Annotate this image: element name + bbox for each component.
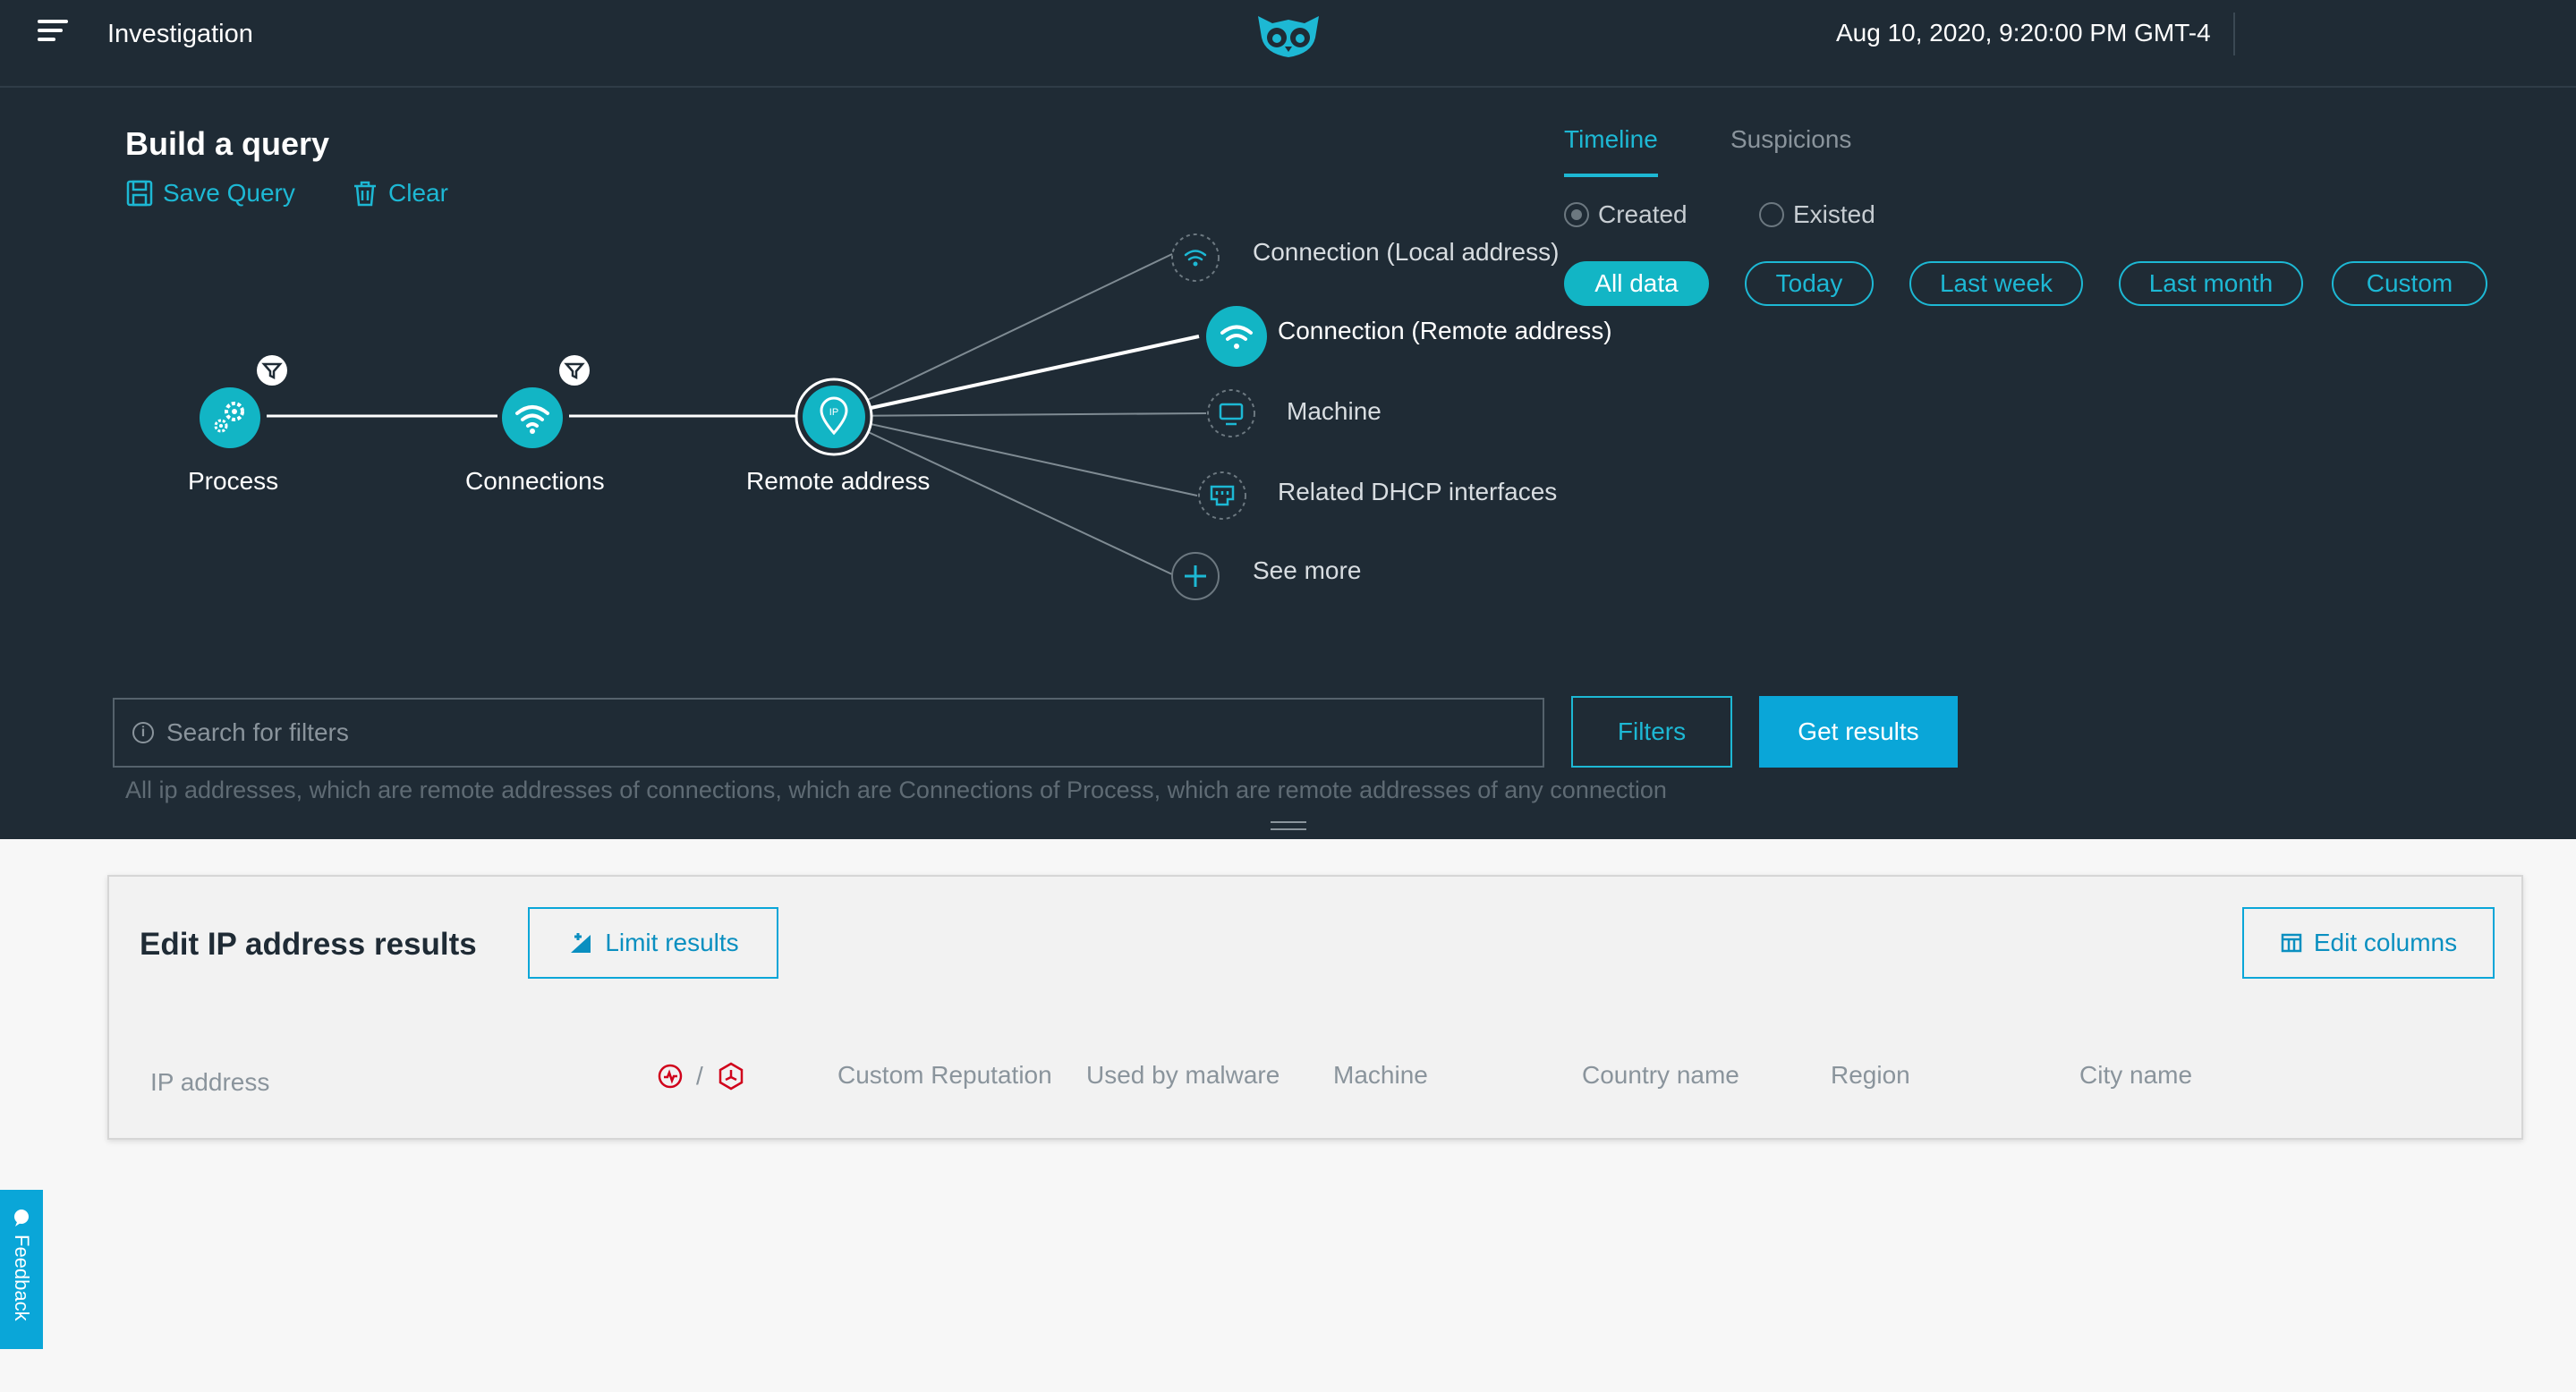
column-header-used-by-malware[interactable]: Used by malware bbox=[1086, 1061, 1279, 1090]
query-graph: Process Connections IP Remote address Co… bbox=[0, 215, 1655, 626]
owl-logo-icon[interactable] bbox=[1253, 11, 1324, 61]
filter-search-box: i bbox=[113, 698, 1544, 768]
filter-search-input[interactable] bbox=[166, 718, 1509, 747]
branch-see-more-node[interactable] bbox=[1170, 551, 1220, 601]
column-header-custom-reputation[interactable]: Custom Reputation bbox=[837, 1061, 1052, 1090]
feedback-label: Feedback bbox=[11, 1235, 33, 1321]
node-label-connections: Connections bbox=[465, 467, 605, 495]
resize-handle-icon[interactable] bbox=[1271, 821, 1306, 832]
save-query-label: Save Query bbox=[163, 179, 295, 207]
monitor-icon bbox=[1219, 403, 1244, 426]
column-header-country-name[interactable]: Country name bbox=[1582, 1061, 1739, 1090]
range-custom[interactable]: Custom bbox=[2332, 261, 2487, 306]
reputation-column-header[interactable]: / bbox=[657, 1061, 746, 1091]
branch-machine-node[interactable] bbox=[1206, 388, 1256, 438]
network-port-icon bbox=[1210, 485, 1235, 506]
connections-filter-icon[interactable] bbox=[558, 354, 591, 386]
info-icon: i bbox=[132, 722, 154, 743]
malop-icon bbox=[658, 1064, 683, 1089]
column-header-machine[interactable]: Machine bbox=[1333, 1061, 1428, 1090]
topbar-divider bbox=[2233, 13, 2235, 55]
get-results-button[interactable]: Get results bbox=[1759, 696, 1958, 768]
query-builder-panel: Investigation Aug 10, 2020, 9:20:00 PM G… bbox=[0, 0, 2576, 839]
plus-icon bbox=[1185, 565, 1206, 587]
column-header-ip-address[interactable]: IP address bbox=[150, 1068, 269, 1097]
connections-node[interactable] bbox=[501, 386, 564, 449]
node-label-remote-address: Remote address bbox=[746, 467, 931, 495]
branch-label-local-connection[interactable]: Connection (Local address) bbox=[1253, 238, 1559, 267]
radio-created-dot bbox=[1564, 202, 1589, 227]
branch-label-see-more[interactable]: See more bbox=[1253, 556, 1361, 585]
radio-existed-dot bbox=[1759, 202, 1784, 227]
clear-label: Clear bbox=[388, 179, 448, 207]
branch-label-machine[interactable]: Machine bbox=[1287, 397, 1382, 426]
range-last-month[interactable]: Last month bbox=[2119, 261, 2303, 306]
tab-timeline[interactable]: Timeline bbox=[1564, 125, 1658, 177]
query-description: All ip addresses, which are remote addre… bbox=[125, 777, 1667, 803]
column-header-city-name[interactable]: City name bbox=[2079, 1061, 2192, 1090]
top-bar: Investigation Aug 10, 2020, 9:20:00 PM G… bbox=[0, 0, 2576, 88]
process-filter-icon[interactable] bbox=[256, 354, 288, 386]
process-node[interactable] bbox=[199, 386, 261, 449]
radio-created-label: Created bbox=[1598, 200, 1688, 228]
branch-label-dhcp[interactable]: Related DHCP interfaces bbox=[1278, 478, 1557, 506]
app-title: Investigation bbox=[107, 20, 253, 48]
limit-results-button[interactable]: Limit results bbox=[528, 907, 778, 979]
save-icon bbox=[126, 180, 153, 207]
branch-dhcp-node[interactable] bbox=[1197, 471, 1247, 521]
range-today[interactable]: Today bbox=[1745, 261, 1874, 306]
edit-columns-label: Edit columns bbox=[2313, 929, 2458, 956]
radio-existed-label: Existed bbox=[1793, 200, 1875, 228]
results-title: Edit IP address results bbox=[140, 927, 477, 962]
save-query-button[interactable]: Save Query bbox=[125, 179, 295, 208]
filters-button[interactable]: Filters bbox=[1571, 696, 1732, 768]
wifi-icon bbox=[1184, 250, 1207, 261]
build-query-title: Build a query bbox=[125, 125, 330, 162]
feedback-tab[interactable]: Feedback bbox=[0, 1190, 43, 1349]
results-card: Edit IP address results Limit results Ed… bbox=[107, 875, 2523, 1140]
suspicion-hexagon-icon bbox=[718, 1062, 744, 1091]
radio-created[interactable]: Created bbox=[1564, 200, 1688, 229]
radio-existed[interactable]: Existed bbox=[1759, 200, 1875, 229]
remote-address-node[interactable]: IP bbox=[795, 378, 873, 456]
branch-remote-connection-node[interactable] bbox=[1204, 304, 1269, 369]
branch-local-connection-node[interactable] bbox=[1170, 233, 1220, 283]
clear-button[interactable]: Clear bbox=[351, 179, 448, 208]
limit-results-label: Limit results bbox=[605, 929, 739, 956]
range-last-week[interactable]: Last week bbox=[1909, 261, 2083, 306]
reputation-separator: / bbox=[696, 1062, 703, 1090]
chat-bubble-icon bbox=[14, 1210, 29, 1226]
tab-suspicions[interactable]: Suspicions bbox=[1730, 125, 1851, 174]
limit-chart-icon bbox=[571, 933, 591, 953]
svg-text:IP: IP bbox=[829, 407, 838, 418]
node-label-process: Process bbox=[188, 467, 279, 495]
trash-icon bbox=[354, 181, 376, 207]
columns-icon bbox=[2281, 933, 2302, 953]
range-all-data[interactable]: All data bbox=[1564, 261, 1709, 306]
branch-label-remote-connection[interactable]: Connection (Remote address) bbox=[1278, 317, 1612, 345]
datetime-display: Aug 10, 2020, 9:20:00 PM GMT-4 bbox=[1836, 19, 2211, 47]
edit-columns-button[interactable]: Edit columns bbox=[2242, 907, 2495, 979]
hamburger-menu-icon[interactable] bbox=[38, 20, 68, 47]
column-header-region[interactable]: Region bbox=[1831, 1061, 1910, 1090]
